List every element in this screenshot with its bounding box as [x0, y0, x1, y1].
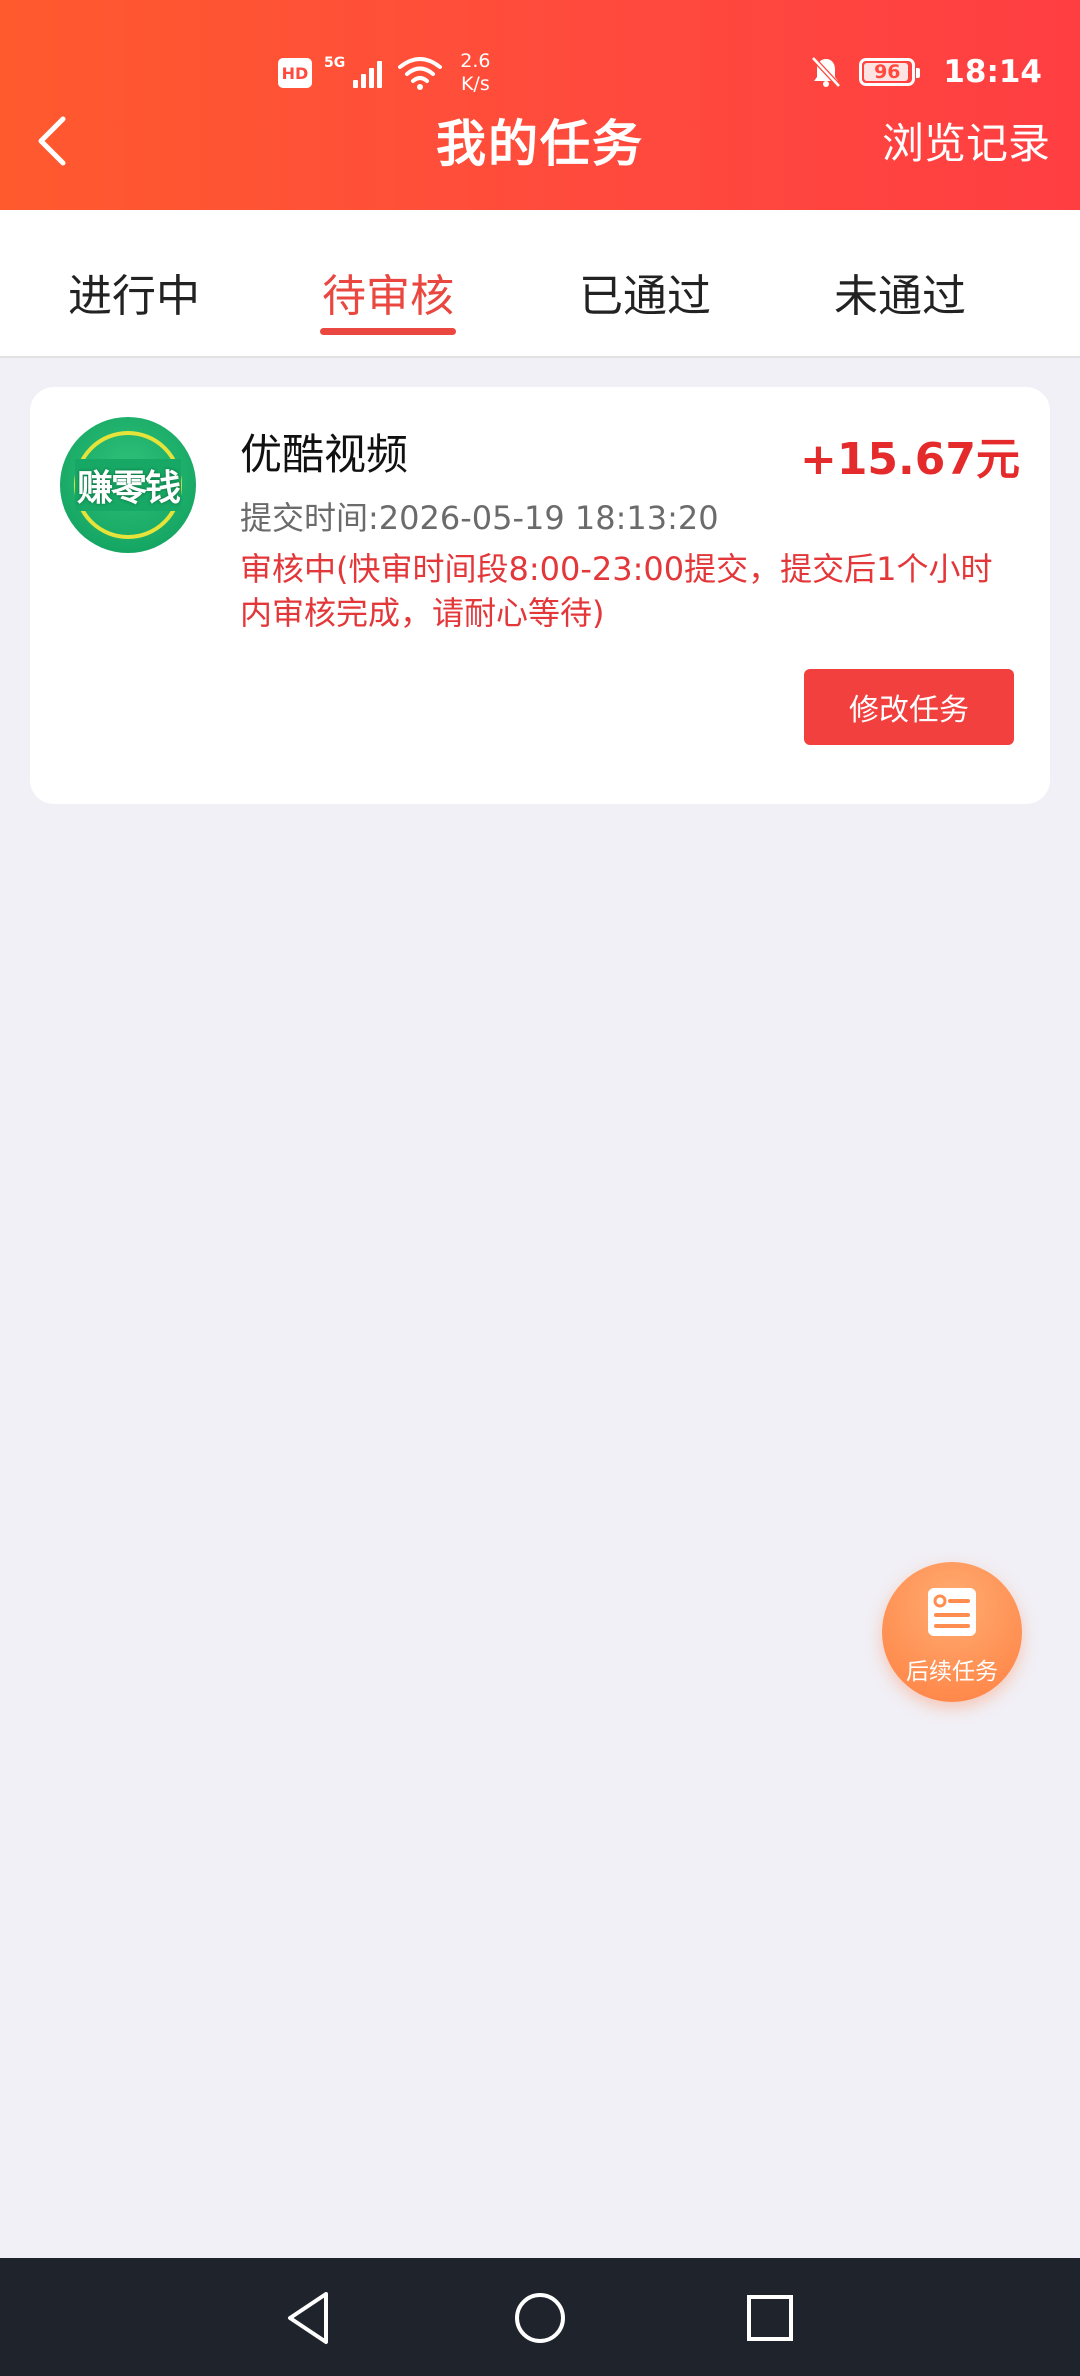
modify-task-button[interactable]: 修改任务: [804, 669, 1014, 745]
network-speed: 2.6 K/s: [460, 50, 490, 96]
status-tabs: 进行中 待审核 已通过 未通过: [0, 210, 1080, 358]
home-circle-icon[interactable]: [508, 2286, 572, 2350]
task-name: 优酷视频: [240, 430, 409, 479]
back-triangle-icon[interactable]: [278, 2286, 342, 2350]
title-bar: 我的任务 浏览记录: [0, 100, 1080, 210]
signal-icon: [353, 58, 383, 88]
fab-label: 后续任务: [906, 1659, 998, 1685]
task-list-icon: [928, 1588, 976, 1636]
review-status-note: 审核中(快审时间段8:00-23:00提交，提交后1个小时内审核完成，请耐心等待…: [240, 550, 993, 632]
task-card[interactable]: 赚零钱 优酷视频 +15.67元 提交时间:2026-05-19 18:13:2…: [30, 387, 1050, 804]
battery-icon: 96: [859, 58, 921, 86]
active-tab-indicator: [320, 328, 456, 335]
status-bar-left: HD 5G 2.6 K/s: [278, 50, 490, 96]
status-bar: HD 5G 2.6 K/s 96 18:14: [0, 0, 1080, 100]
tab-approved[interactable]: 已通过: [545, 260, 745, 324]
network-type: 5G: [324, 55, 346, 71]
bell-off-icon: [811, 56, 842, 88]
browse-history-link[interactable]: 浏览记录: [882, 110, 1050, 171]
task-reward: +15.67元: [799, 434, 1020, 485]
next-task-fab[interactable]: 后续任务: [882, 1562, 1022, 1702]
submit-time: 提交时间:2026-05-19 18:13:20: [240, 499, 719, 537]
system-navigation-bar: [0, 2258, 1080, 2376]
status-bar-right: 96 18:14: [811, 54, 1042, 90]
tab-rejected[interactable]: 未通过: [800, 260, 1000, 324]
wifi-icon: [398, 57, 443, 90]
speed-unit: K/s: [460, 73, 490, 95]
tab-pending-review[interactable]: 待审核: [288, 260, 488, 324]
battery-level: 96: [874, 61, 901, 83]
app-header: HD 5G 2.6 K/s 96 18:14 我的任务 浏览记录: [0, 0, 1080, 210]
speed-value: 2.6: [460, 50, 491, 72]
hd-badge: HD: [278, 58, 312, 88]
recents-square-icon[interactable]: [738, 2286, 802, 2350]
logo-text: 赚零钱: [74, 459, 181, 511]
tab-in-progress[interactable]: 进行中: [34, 260, 234, 324]
status-time: 18:14: [943, 54, 1042, 90]
app-logo: 赚零钱: [60, 417, 196, 553]
